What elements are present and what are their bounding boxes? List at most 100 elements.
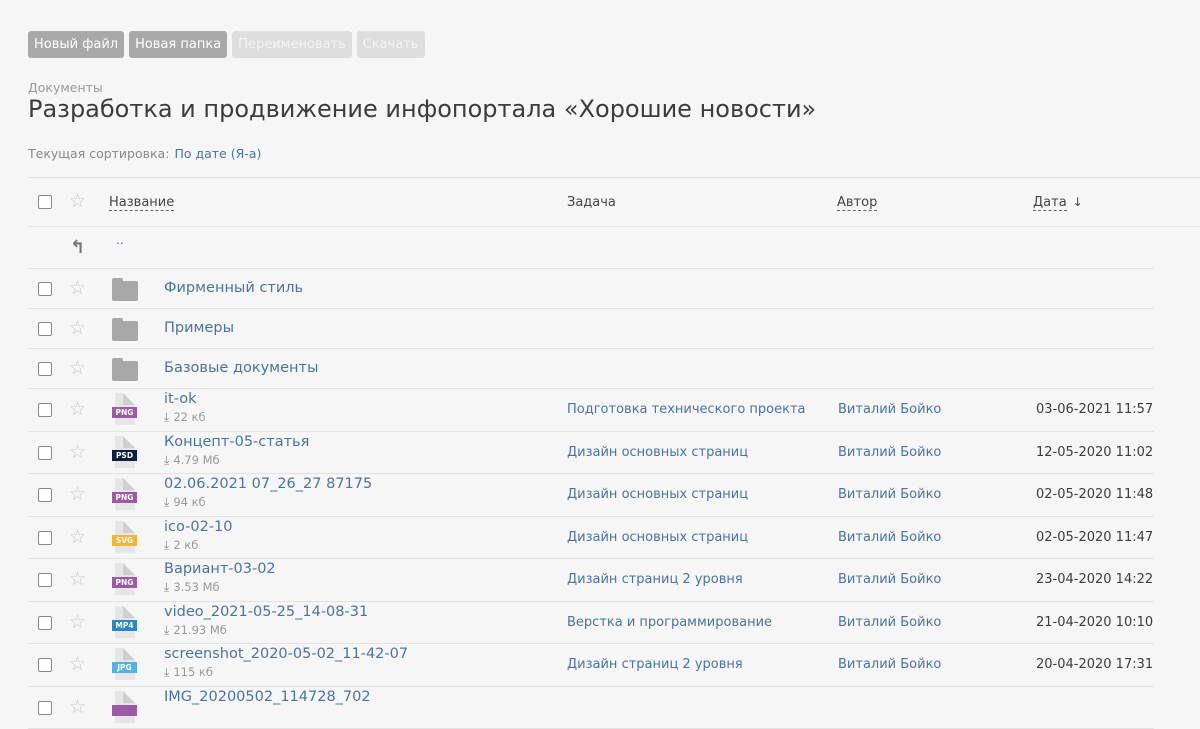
folder-up-icon: ↰: [70, 237, 85, 258]
file-row[interactable]: ☆JPGscreenshot_2020-05-02_11-42-07⤓115 к…: [28, 644, 1154, 687]
row-checkbox[interactable]: [38, 322, 52, 336]
sort-link[interactable]: По дате (Я-а): [174, 146, 261, 161]
folder-icon: [112, 281, 138, 301]
file-name-link[interactable]: screenshot_2020-05-02_11-42-07: [164, 646, 408, 662]
task-link[interactable]: Дизайн основных страниц: [567, 487, 748, 502]
file-date: 21-04-2020 10:10: [1036, 615, 1153, 630]
row-checkbox[interactable]: [38, 616, 52, 630]
row-checkbox[interactable]: [38, 701, 52, 715]
author-link[interactable]: Виталий Бойко: [838, 615, 941, 630]
file-row[interactable]: ☆ PNG it-ok ⤓22 кб Подготовка технического п…: [28, 389, 1154, 432]
task-link[interactable]: Подготовка технического проекта: [567, 402, 806, 417]
row-checkbox[interactable]: [38, 488, 52, 502]
folder-row[interactable]: ☆ Примеры: [28, 309, 1154, 349]
new-folder-button[interactable]: Новая папка: [129, 31, 227, 58]
file-name-link[interactable]: it-ok: [164, 391, 196, 407]
star-icon[interactable]: ☆: [69, 192, 86, 211]
file-type-label: PSD: [112, 450, 137, 461]
file-size-value: 21.93 Мб: [173, 623, 227, 637]
new-file-button[interactable]: Новый файл: [28, 31, 124, 58]
row-checkbox[interactable]: [38, 282, 52, 296]
row-checkbox[interactable]: [38, 531, 52, 545]
select-all-checkbox[interactable]: [38, 195, 52, 209]
star-icon[interactable]: ☆: [69, 279, 86, 298]
breadcrumb[interactable]: Документы: [28, 80, 103, 95]
star-icon[interactable]: ☆: [69, 485, 86, 504]
row-checkbox[interactable]: [38, 362, 52, 376]
row-checkbox[interactable]: [38, 658, 52, 672]
file-name-link[interactable]: ico-02-10: [164, 519, 233, 535]
file-size[interactable]: ⤓4.79 Мб: [164, 453, 220, 468]
star-icon[interactable]: ☆: [69, 319, 86, 338]
author-link[interactable]: Виталий Бойко: [838, 657, 941, 672]
folder-row[interactable]: ☆ Базовые документы: [28, 349, 1154, 389]
file-date: 02-05-2020 11:48: [1036, 487, 1153, 502]
folder-row[interactable]: ☆ Фирменный стиль: [28, 269, 1154, 309]
file-table: ☆ Название Задача Автор Дата↓ ↰ .. ☆Фирм…: [28, 177, 1200, 729]
star-icon[interactable]: ☆: [69, 698, 86, 717]
file-name-link[interactable]: 02.06.2021 07_26_27 87175: [164, 476, 372, 492]
column-name[interactable]: Название: [109, 195, 174, 211]
star-icon[interactable]: ☆: [69, 528, 86, 547]
folder-name-link[interactable]: Примеры: [164, 320, 234, 336]
task-link[interactable]: Верстка и программирование: [567, 615, 772, 630]
author-link[interactable]: Виталий Бойко: [838, 402, 941, 417]
file-row[interactable]: ☆ SVG ico-02-10 ⤓2 кб Дизайн основных страни…: [28, 517, 1154, 560]
parent-folder-link[interactable]: ..: [116, 233, 124, 247]
task-link[interactable]: Дизайн страниц 2 уровня: [567, 572, 743, 587]
download-button[interactable]: Скачать: [357, 31, 425, 58]
file-row[interactable]: ☆ IMG_20200502_114728_702: [28, 687, 1154, 729]
star-icon[interactable]: ☆: [69, 359, 86, 378]
file-date: 12-05-2020 11:02: [1036, 445, 1153, 460]
file-size-value: 94 кб: [173, 495, 205, 509]
column-date[interactable]: Дата: [1033, 195, 1067, 211]
task-link[interactable]: Дизайн основных страниц: [567, 445, 748, 460]
parent-folder-row[interactable]: ↰ ..: [28, 227, 1154, 269]
star-icon[interactable]: ☆: [69, 655, 86, 674]
file-name-link[interactable]: video_2021-05-25_14-08-31: [164, 604, 368, 620]
author-link[interactable]: Виталий Бойко: [838, 530, 941, 545]
file-size[interactable]: ⤓22 кб: [164, 410, 206, 425]
file-row[interactable]: ☆ PSD Концепт-05-статья ⤓4.79 Мб Дизайн осно…: [28, 432, 1154, 475]
download-icon: ⤓: [164, 538, 169, 552]
row-checkbox[interactable]: [38, 573, 52, 587]
file-type-icon: MP4: [112, 606, 137, 639]
file-size[interactable]: ⤓ 21.93 Мб: [164, 623, 227, 638]
file-name-link[interactable]: Концепт-05-статья: [164, 434, 309, 450]
sort-arrow-down-icon: ↓: [1073, 195, 1083, 209]
file-type-label: SVG: [112, 535, 137, 546]
file-size[interactable]: ⤓115 кб: [164, 665, 213, 680]
sort-label: Текущая сортировка:: [28, 146, 169, 161]
column-author[interactable]: Автор: [837, 195, 877, 211]
download-icon: ⤓: [164, 495, 169, 509]
file-row[interactable]: ☆PNG02.06.2021 07_26_27 87175⤓94 кбДизай…: [28, 474, 1154, 517]
folder-icon: [112, 361, 138, 381]
author-link[interactable]: Виталий Бойко: [838, 572, 941, 587]
file-row[interactable]: ☆ MP4 video_2021-05-25_14-08-31 ⤓ 21.93 Мб Ве…: [28, 602, 1154, 645]
author-link[interactable]: Виталий Бойко: [838, 487, 941, 502]
star-icon[interactable]: ☆: [69, 613, 86, 632]
download-icon: ⤓: [164, 453, 169, 467]
row-checkbox[interactable]: [38, 446, 52, 460]
file-size[interactable]: ⤓2 кб: [164, 538, 198, 553]
folder-name-link[interactable]: Фирменный стиль: [164, 280, 303, 296]
author-link[interactable]: Виталий Бойко: [838, 445, 941, 460]
rename-button[interactable]: Переименовать: [232, 31, 352, 58]
download-icon: ⤓: [164, 623, 169, 637]
file-row[interactable]: ☆PNGВариант-03-02⤓3.53 МбДизайн страниц …: [28, 559, 1154, 602]
file-size-value: 22 кб: [173, 410, 205, 424]
row-checkbox[interactable]: [38, 403, 52, 417]
folder-name-link[interactable]: Базовые документы: [164, 360, 318, 376]
file-name-link[interactable]: Вариант-03-02: [164, 561, 276, 577]
task-link[interactable]: Дизайн страниц 2 уровня: [567, 657, 743, 672]
star-icon[interactable]: ☆: [69, 443, 86, 462]
star-icon[interactable]: ☆: [69, 400, 86, 419]
file-size[interactable]: ⤓ 94 кб: [164, 495, 206, 510]
task-link[interactable]: Дизайн основных страниц: [567, 530, 748, 545]
star-icon[interactable]: ☆: [69, 570, 86, 589]
toolbar: Новый файл Новая папка Переименовать Ска…: [28, 31, 425, 58]
file-date: 02-05-2020 11:47: [1036, 530, 1153, 545]
file-size[interactable]: ⤓3.53 Мб: [164, 580, 220, 595]
file-name-link[interactable]: IMG_20200502_114728_702: [164, 689, 371, 705]
file-type-label: PNG: [112, 407, 137, 418]
